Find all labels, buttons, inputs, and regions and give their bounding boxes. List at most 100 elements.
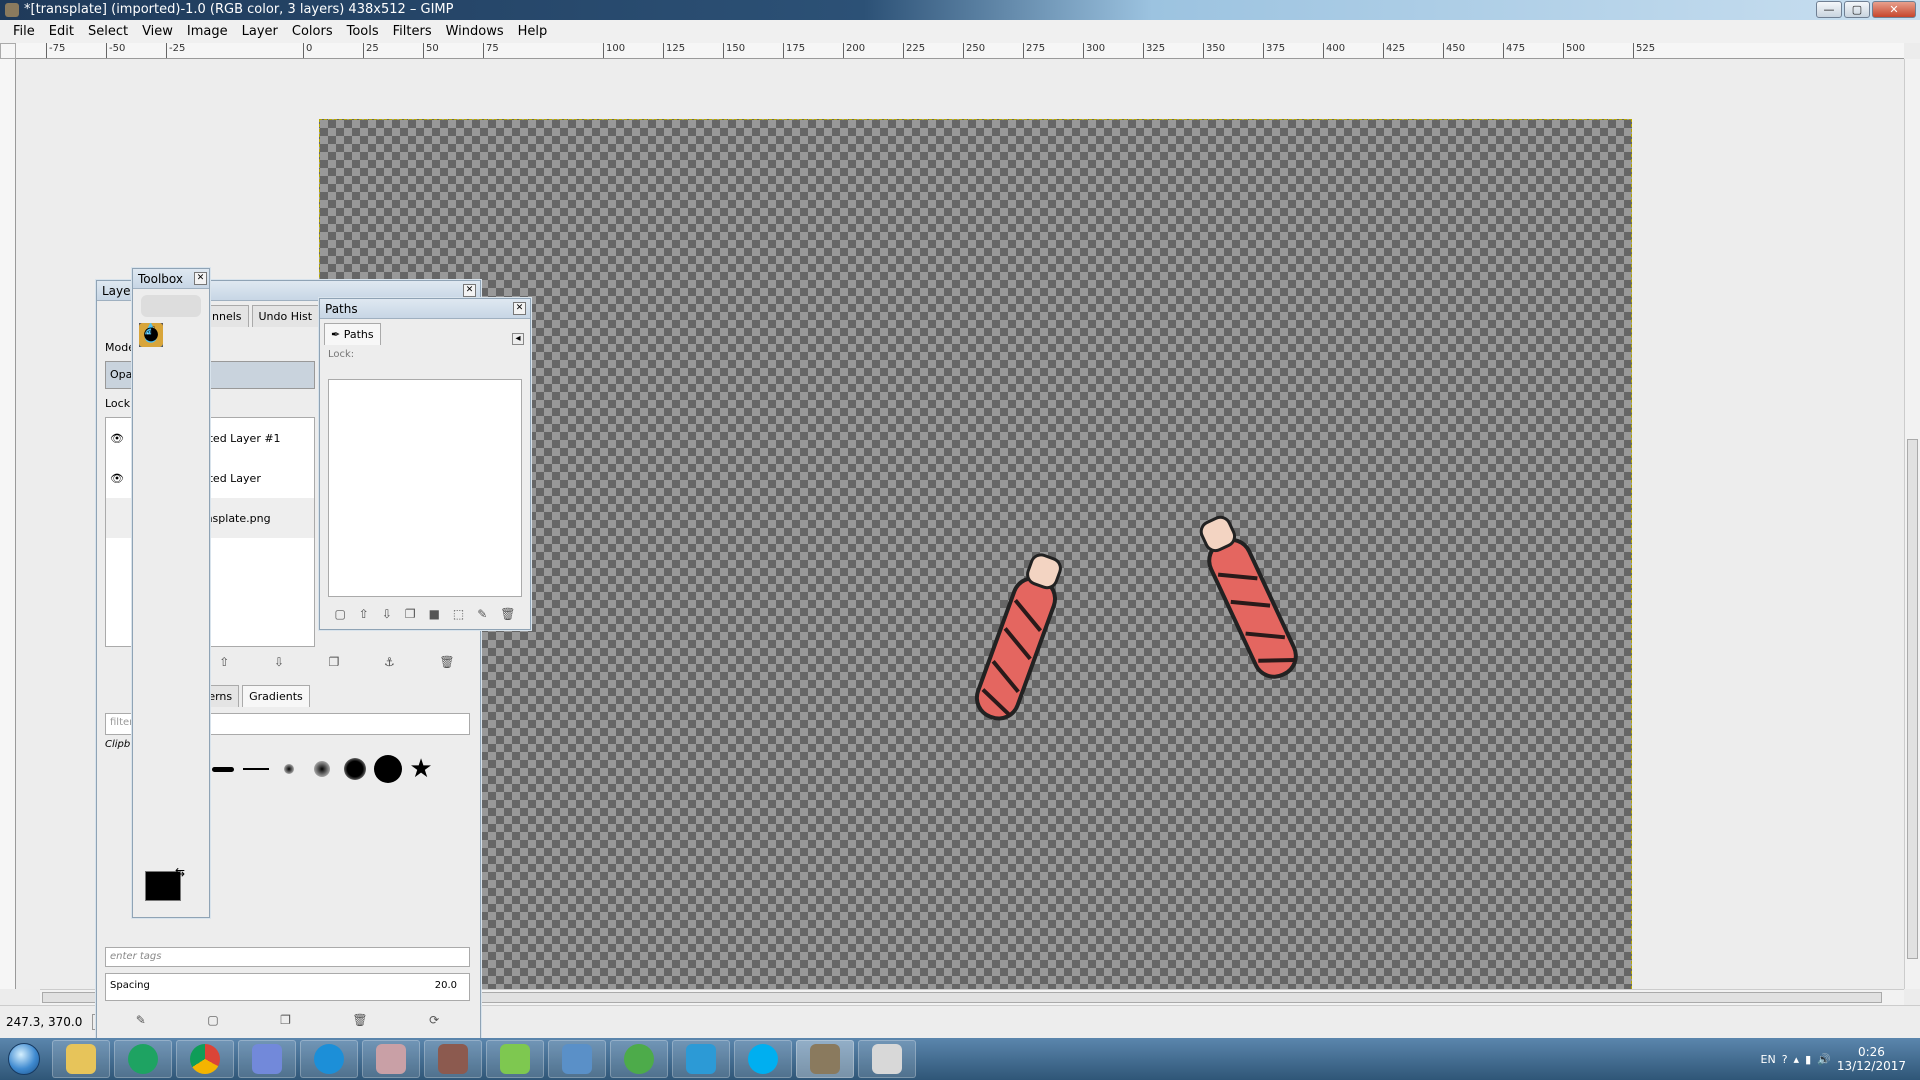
network-icon[interactable]: ▮ xyxy=(1805,1053,1811,1066)
menu-filters[interactable]: Filters xyxy=(386,24,439,39)
maximize-button[interactable]: ▢ xyxy=(1844,1,1870,18)
taskbar-maps[interactable] xyxy=(610,1040,668,1078)
clock[interactable]: 0:26 13/12/2017 xyxy=(1837,1045,1906,1073)
menu-help[interactable]: Help xyxy=(511,24,555,39)
mode-label: Mode xyxy=(105,341,135,354)
menubar: File Edit Select View Image Layer Colors… xyxy=(0,20,1920,43)
taskbar-app-anime2[interactable] xyxy=(424,1040,482,1078)
brush-item[interactable] xyxy=(341,755,369,783)
taskbar-apps[interactable] xyxy=(672,1040,730,1078)
tab-gradients[interactable]: Gradients xyxy=(242,685,310,707)
taskbar-gimp[interactable] xyxy=(796,1040,854,1078)
vertical-ruler[interactable] xyxy=(0,59,16,989)
taskbar-explorer[interactable] xyxy=(52,1040,110,1078)
taskbar-paint[interactable] xyxy=(858,1040,916,1078)
help-icon[interactable]: ? xyxy=(1782,1053,1788,1066)
taskbar-ie[interactable] xyxy=(300,1040,358,1078)
dodge-burn-icon[interactable]: ◕ xyxy=(139,323,163,347)
taskbar-app-anime1[interactable] xyxy=(362,1040,420,1078)
taskbar-skype[interactable] xyxy=(734,1040,792,1078)
bandaged-arm-right xyxy=(1199,515,1298,679)
brush-grid: ★ xyxy=(209,754,437,784)
wilber-drop-area[interactable] xyxy=(141,295,201,317)
menu-tools[interactable]: Tools xyxy=(340,24,386,39)
close-button[interactable]: ✕ xyxy=(1872,1,1916,18)
paths-list[interactable] xyxy=(328,379,522,597)
apps-grid-icon xyxy=(686,1044,716,1074)
paths-buttons: ▢ ⇧ ⇩ ❐ ■ ⬚ ✎ 🗑 xyxy=(328,601,522,627)
start-button[interactable] xyxy=(0,1039,48,1079)
menu-view[interactable]: View xyxy=(135,24,180,39)
delete-brush-icon[interactable]: 🗑 xyxy=(352,1013,367,1027)
duplicate-path-icon[interactable]: ❐ xyxy=(405,607,416,621)
horizontal-ruler[interactable]: -75 -50 -25 0 25 50 75 100 125 150 175 2… xyxy=(16,43,1904,59)
bandaged-arm-left xyxy=(974,553,1062,721)
duplicate-brush-icon[interactable]: ❐ xyxy=(280,1013,291,1027)
brush-item[interactable] xyxy=(209,755,237,783)
brush-item[interactable] xyxy=(374,755,402,783)
menu-file[interactable]: File xyxy=(6,24,42,39)
vertical-scrollbar[interactable] xyxy=(1904,59,1920,989)
ruler-tick: 225 xyxy=(903,43,925,58)
toolbox-titlebar[interactable]: Toolbox ✕ xyxy=(133,269,209,289)
spacing-value: 20.0 xyxy=(434,980,457,991)
ruler-tick: 300 xyxy=(1083,43,1105,58)
delete-layer-icon[interactable]: 🗑 xyxy=(439,655,454,669)
raise-layer-icon[interactable]: ⇧ xyxy=(219,655,229,669)
menu-select[interactable]: Select xyxy=(81,24,135,39)
selection-to-path-icon[interactable]: ⬚ xyxy=(453,607,464,621)
taskbar-discord[interactable] xyxy=(238,1040,296,1078)
duplicate-layer-icon[interactable]: ❐ xyxy=(329,655,340,669)
paths-dock-title: Paths xyxy=(325,302,358,316)
menu-windows[interactable]: Windows xyxy=(439,24,511,39)
taskbar-hangouts[interactable] xyxy=(114,1040,172,1078)
new-path-icon[interactable]: ▢ xyxy=(334,607,345,621)
stroke-path-icon[interactable]: ✎ xyxy=(477,607,487,621)
tab-channels[interactable]: nnels xyxy=(205,305,249,327)
new-brush-icon[interactable]: ▢ xyxy=(207,1013,218,1027)
anchor-icon[interactable]: ⚓ xyxy=(384,655,395,669)
menu-colors[interactable]: Colors xyxy=(285,24,340,39)
close-icon[interactable]: ✕ xyxy=(513,302,526,315)
vertical-scroll-thumb[interactable] xyxy=(1907,439,1918,959)
minimize-button[interactable]: — xyxy=(1816,1,1842,18)
brush-item[interactable] xyxy=(308,755,336,783)
lower-layer-icon[interactable]: ⇩ xyxy=(274,655,284,669)
lock-label: Lock: xyxy=(105,397,134,410)
tab-menu-icon[interactable]: ◂ xyxy=(512,333,524,345)
menu-edit[interactable]: Edit xyxy=(42,24,81,39)
brush-item[interactable] xyxy=(275,755,303,783)
refresh-brushes-icon[interactable]: ⟳ xyxy=(429,1013,439,1027)
menu-image[interactable]: Image xyxy=(180,24,235,39)
lower-path-icon[interactable]: ⇩ xyxy=(382,607,392,621)
ruler-tick: 125 xyxy=(663,43,685,58)
taskbar-screens[interactable] xyxy=(548,1040,606,1078)
ruler-corner[interactable] xyxy=(0,43,16,59)
ruler-tick: -75 xyxy=(46,43,65,58)
star-brush-icon[interactable]: ★ xyxy=(407,754,435,784)
volume-icon[interactable]: 🔊 xyxy=(1817,1053,1831,1066)
tags-input[interactable]: enter tags xyxy=(105,947,470,967)
tray-expand-icon[interactable]: ▴ xyxy=(1794,1053,1800,1066)
language-indicator[interactable]: EN xyxy=(1761,1053,1776,1066)
edit-brush-icon[interactable]: ✎ xyxy=(136,1013,146,1027)
spacing-slider[interactable]: Spacing 20.0 xyxy=(105,973,470,1001)
taskbar-notepad[interactable] xyxy=(486,1040,544,1078)
filter-placeholder: filter xyxy=(110,717,134,728)
path-to-selection-icon[interactable]: ■ xyxy=(429,607,440,621)
close-icon[interactable]: ✕ xyxy=(194,272,207,285)
brush-item[interactable] xyxy=(242,755,270,783)
tab-undo-history[interactable]: Undo Hist xyxy=(251,305,320,327)
raise-path-icon[interactable]: ⇧ xyxy=(359,607,369,621)
close-icon[interactable]: ✕ xyxy=(463,284,476,297)
menu-layer[interactable]: Layer xyxy=(235,24,285,39)
swap-colors-icon[interactable]: ⇆ xyxy=(175,865,185,879)
eye-icon[interactable]: 👁 xyxy=(106,432,128,445)
taskbar-chrome[interactable] xyxy=(176,1040,234,1078)
tags-placeholder: enter tags xyxy=(110,951,162,962)
delete-path-icon[interactable]: 🗑 xyxy=(500,607,515,621)
tab-paths[interactable]: ✒ Paths xyxy=(324,323,381,345)
window-titlebar[interactable]: *[transplate] (imported)-1.0 (RGB color,… xyxy=(0,0,1920,20)
paths-dock-titlebar[interactable]: Paths ✕ xyxy=(320,299,530,319)
eye-icon[interactable]: 👁 xyxy=(106,472,128,485)
